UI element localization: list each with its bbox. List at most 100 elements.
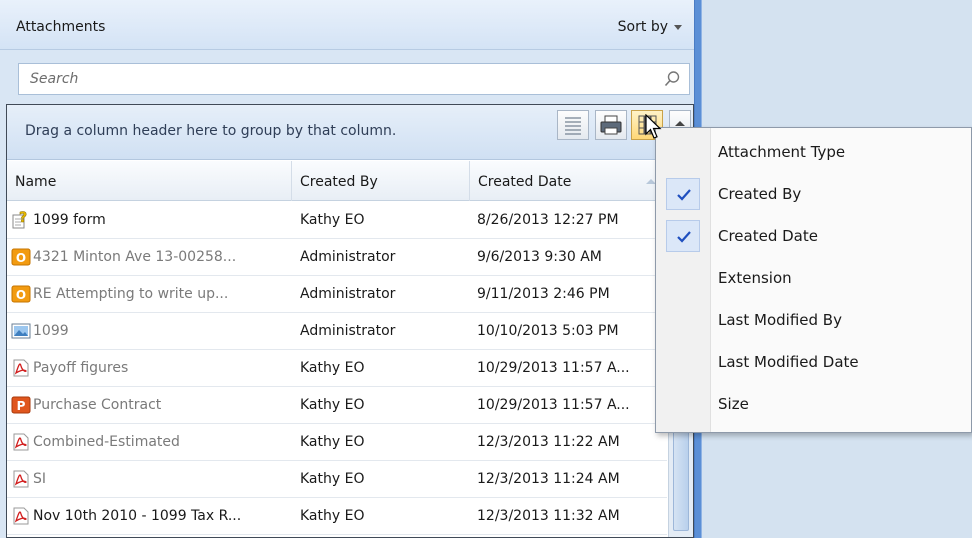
pdf-icon (11, 358, 31, 378)
sort-by-label: Sort by (617, 19, 668, 35)
cell-created-date: 9/6/2013 9:30 AM (477, 249, 602, 265)
table-row[interactable]: Combined-Estimated Kathy EO 12/3/2013 11:2… (7, 424, 667, 461)
table-row[interactable]: O 4321 Minton Ave 13-00258... Administrato… (7, 239, 667, 276)
cell-created-by: Kathy EO (300, 212, 365, 228)
chevron-down-icon (674, 24, 682, 30)
cell-created-by: Kathy EO (300, 508, 365, 524)
cell-name: O RE Attempting to write up... (11, 284, 291, 304)
menu-item-label: Last Modified By (718, 311, 842, 329)
menu-item-created-by[interactable]: Created By (656, 174, 971, 215)
group-by-panel[interactable]: Drag a column header here to group by th… (7, 105, 693, 160)
cell-created-by: Kathy EO (300, 360, 365, 376)
list-view-button[interactable] (557, 110, 589, 140)
grid-rows: ? 1099 form Kathy EO 8/26/2013 12:27 PM O 432… (7, 202, 667, 535)
column-header-label: Created Date (478, 174, 572, 190)
column-header-label: Created By (300, 174, 378, 190)
mouse-cursor-icon (645, 114, 662, 139)
attachments-panel: Attachments Sort by Search Drag a column… (0, 0, 700, 538)
checkmark-icon (677, 231, 691, 243)
attachment-name[interactable]: Nov 10th 2010 - 1099 Tax R... (33, 508, 241, 524)
cell-name: ? 1099 form (11, 210, 291, 230)
svg-text:P: P (17, 399, 26, 413)
outlook-icon: O (11, 284, 31, 304)
cell-name: Combined-Estimated (11, 432, 291, 452)
attachment-name[interactable]: 1099 (33, 323, 69, 339)
group-by-hint: Drag a column header here to group by th… (25, 123, 397, 139)
checkmark-box (666, 220, 700, 252)
pdf-icon (11, 469, 31, 489)
column-header-name[interactable]: Name (7, 161, 292, 201)
column-headers: Name Created By Created Date (7, 161, 667, 201)
cell-created-by: Administrator (300, 249, 396, 265)
menu-item-created-date[interactable]: Created Date (656, 216, 971, 257)
cell-name: P Purchase Contract (11, 395, 291, 415)
cell-created-by: Kathy EO (300, 434, 365, 450)
sort-by-dropdown[interactable]: Sort by (618, 19, 682, 35)
table-row[interactable]: P Purchase Contract Kathy EO 10/29/2013 11:… (7, 387, 667, 424)
cell-created-date: 10/10/2013 5:03 PM (477, 323, 619, 339)
pdf-icon (11, 506, 31, 526)
cell-created-by: Administrator (300, 323, 396, 339)
panel-title: Attachments (16, 19, 106, 35)
list-icon (565, 117, 581, 135)
svg-text:O: O (16, 288, 26, 302)
table-row[interactable]: O RE Attempting to write up... Administrat… (7, 276, 667, 313)
attachment-name[interactable]: Payoff figures (33, 360, 128, 376)
attachment-name[interactable]: SI (33, 471, 46, 487)
column-header-label: Name (15, 174, 57, 190)
powerpoint-icon: P (11, 395, 31, 415)
cell-name: Payoff figures (11, 358, 291, 378)
column-header-created-date[interactable]: Created Date (470, 161, 667, 201)
table-row[interactable]: Payoff figures Kathy EO 10/29/2013 11:57 A… (7, 350, 667, 387)
menu-item-label: Attachment Type (718, 143, 846, 161)
attachment-name[interactable]: Combined-Estimated (33, 434, 180, 450)
table-row[interactable]: Nov 10th 2010 - 1099 Tax R... Kathy EO 12/… (7, 498, 667, 535)
search-placeholder: Search (30, 71, 79, 87)
cell-name: 1099 (11, 321, 291, 341)
printer-icon (600, 115, 622, 135)
menu-item-size[interactable]: Size (656, 384, 971, 425)
attachment-name[interactable]: 4321 Minton Ave 13-00258... (33, 249, 236, 265)
svg-text:?: ? (19, 210, 27, 226)
checkmark-box (666, 178, 700, 210)
table-row[interactable]: 1099 Administrator 10/10/2013 5:03 PM (7, 313, 667, 350)
table-row[interactable]: ? 1099 form Kathy EO 8/26/2013 12:27 PM (7, 202, 667, 239)
column-chooser-menu: Attachment Type Created By Created Date Ext… (655, 127, 972, 433)
cell-created-date: 12/3/2013 11:24 AM (477, 471, 620, 487)
cell-created-by: Kathy EO (300, 471, 365, 487)
column-header-created-by[interactable]: Created By (292, 161, 470, 201)
cell-created-date: 10/29/2013 11:57 A... (477, 397, 630, 413)
image-icon (11, 321, 31, 341)
attachment-name[interactable]: RE Attempting to write up... (33, 286, 228, 302)
pdf-icon (11, 432, 31, 452)
cell-created-date: 10/29/2013 11:57 A... (477, 360, 630, 376)
help-doc-icon: ? (11, 210, 31, 230)
panel-header: Attachments Sort by (0, 0, 694, 50)
outlook-icon: O (11, 247, 31, 267)
cell-name: SI (11, 469, 291, 489)
attachments-grid: Drag a column header here to group by th… (6, 104, 694, 538)
menu-item-extension[interactable]: Extension (656, 258, 971, 299)
cell-created-date: 12/3/2013 11:22 AM (477, 434, 620, 450)
cell-created-by: Kathy EO (300, 397, 365, 413)
svg-text:O: O (16, 251, 26, 265)
menu-item-last-modified-date[interactable]: Last Modified Date (656, 342, 971, 383)
attachment-name[interactable]: 1099 form (33, 212, 106, 228)
cell-created-by: Administrator (300, 286, 396, 302)
print-button[interactable] (595, 110, 627, 140)
menu-item-label: Created Date (718, 227, 818, 245)
cell-created-date: 8/26/2013 12:27 PM (477, 212, 619, 228)
menu-item-label: Size (718, 395, 749, 413)
menu-item-last-modified-by[interactable]: Last Modified By (656, 300, 971, 341)
attachment-name[interactable]: Purchase Contract (33, 397, 161, 413)
menu-item-attachment-type[interactable]: Attachment Type (656, 132, 971, 173)
menu-item-label: Created By (718, 185, 802, 203)
search-icon[interactable] (663, 70, 681, 88)
table-row[interactable]: SI Kathy EO 12/3/2013 11:24 AM (7, 461, 667, 498)
cell-created-date: 9/11/2013 2:46 PM (477, 286, 610, 302)
search-input[interactable]: Search (18, 63, 690, 95)
menu-item-label: Extension (718, 269, 792, 287)
cell-name: O 4321 Minton Ave 13-00258... (11, 247, 291, 267)
cell-name: Nov 10th 2010 - 1099 Tax R... (11, 506, 291, 526)
checkmark-icon (677, 189, 691, 201)
